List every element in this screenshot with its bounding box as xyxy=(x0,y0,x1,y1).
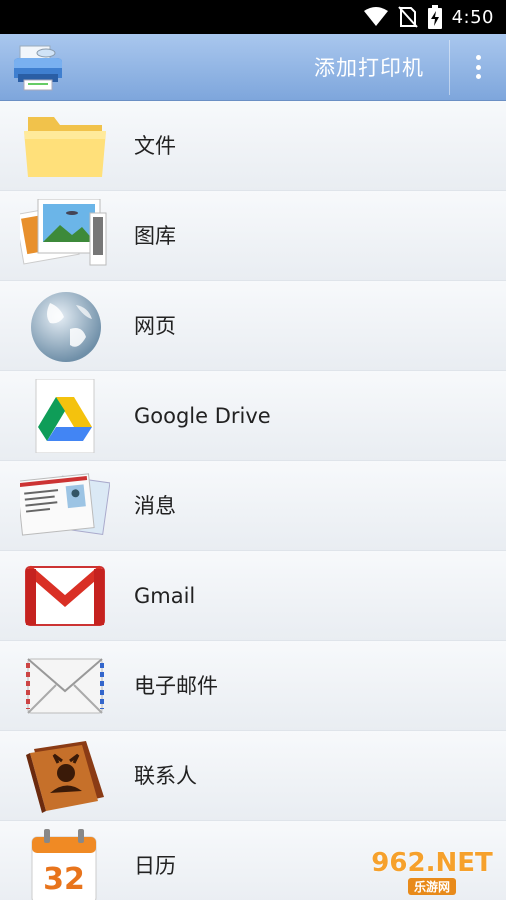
watermark-sub-text: 乐游网 xyxy=(407,877,456,895)
list-item-gallery[interactable]: 图库 xyxy=(0,191,506,281)
list-item-label: 消息 xyxy=(134,494,176,518)
messages-icon xyxy=(20,473,110,536)
list-item-label: 图库 xyxy=(134,224,176,248)
printer-logo-icon xyxy=(14,45,62,91)
list-item-gmail[interactable]: Gmail xyxy=(0,551,506,641)
list-item-web[interactable]: 网页 xyxy=(0,281,506,371)
list-item-label: 网页 xyxy=(134,314,176,338)
list-item-label: 电子邮件 xyxy=(134,674,218,698)
battery-charging-icon xyxy=(427,5,442,29)
add-printer-button[interactable]: 添加打印机 xyxy=(314,52,424,82)
photos-icon xyxy=(20,199,107,266)
globe-icon xyxy=(31,292,101,362)
list-item-label: Gmail xyxy=(134,584,196,608)
list-item-email[interactable]: 电子邮件 xyxy=(0,641,506,731)
google-drive-icon xyxy=(35,379,95,453)
list-item-label: 文件 xyxy=(134,134,176,158)
list-item-label: 日历 xyxy=(134,854,176,878)
contacts-book-icon xyxy=(26,741,104,813)
app-bar-divider xyxy=(449,40,450,95)
wifi-icon xyxy=(363,7,388,26)
gmail-icon xyxy=(25,565,105,626)
status-clock: 4:50 xyxy=(451,6,494,28)
list-item-contacts[interactable]: 联系人 xyxy=(0,731,506,821)
no-sim-icon xyxy=(397,6,418,28)
status-bar: 4:50 xyxy=(0,0,506,34)
more-vert-icon[interactable] xyxy=(466,52,490,82)
watermark-main-text: 962.NET xyxy=(371,847,493,878)
calendar-day-text: 32 xyxy=(43,862,85,897)
watermark-logo: 962.NET 乐游网 xyxy=(366,847,498,895)
folder-icon xyxy=(24,117,106,177)
list-item-files[interactable]: 文件 xyxy=(0,101,506,191)
list-item-google-drive[interactable]: Google Drive xyxy=(0,371,506,461)
source-list: 文件 图库 网页 Google Drive 消息 Gmail 电子邮件 联系人 … xyxy=(0,101,506,900)
list-item-messages[interactable]: 消息 xyxy=(0,461,506,551)
list-item-label: Google Drive xyxy=(134,404,271,428)
calendar-icon: 32 xyxy=(31,829,97,900)
app-bar: 添加打印机 xyxy=(0,34,506,101)
email-envelope-icon xyxy=(26,658,104,714)
list-item-label: 联系人 xyxy=(134,764,197,788)
